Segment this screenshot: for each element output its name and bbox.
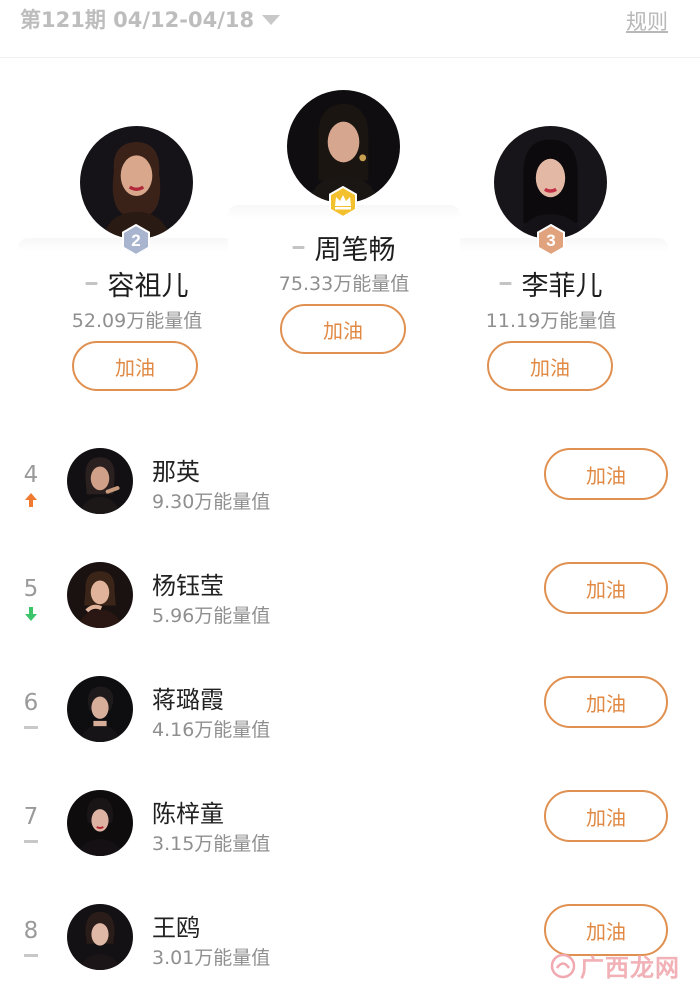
avatar-rank-3[interactable] — [494, 126, 607, 239]
artist-name: 王鸥 — [152, 914, 200, 942]
podium-name-2-label: 容祖儿 — [107, 271, 189, 302]
unchanged-dash-icon — [24, 954, 38, 957]
rank-number: 6 — [23, 690, 39, 716]
avatar[interactable] — [67, 562, 133, 628]
watermark-text: 广西龙网 — [580, 954, 680, 982]
svg-text:2: 2 — [131, 231, 140, 250]
arrow-up-icon — [22, 492, 40, 508]
arrow-down-icon — [22, 606, 40, 622]
unchanged-dash-icon — [24, 726, 38, 729]
artist-name: 杨钰莹 — [152, 572, 224, 600]
chevron-down-icon — [262, 15, 281, 25]
energy-value: 3.15万能量值 — [152, 833, 271, 855]
cheer-button-rank-1[interactable]: 加油 — [280, 304, 406, 354]
list-item: 7 陈梓童 3.15万能量值 加油 — [0, 790, 700, 904]
rank-number: 8 — [23, 918, 39, 944]
list-item: 4 那英 9.30万能量值 加油 — [0, 448, 700, 562]
rank-number: 4 — [23, 462, 39, 488]
rules-link[interactable]: 规则 — [626, 6, 668, 36]
avatar[interactable] — [67, 790, 133, 856]
svg-text:3: 3 — [546, 231, 555, 250]
podium-energy-1: 75.33万能量值 — [278, 273, 410, 295]
rank-2-badge: 2 — [120, 224, 152, 256]
avatar[interactable] — [67, 448, 133, 514]
unchanged-dash-icon — [24, 840, 38, 843]
podium-name-1-label: 周笔畅 — [314, 235, 396, 266]
cheer-button[interactable]: 加油 — [544, 676, 668, 728]
artist-name: 那英 — [152, 458, 200, 486]
artist-name: 蒋璐霞 — [152, 686, 224, 714]
crown-icon — [327, 186, 359, 218]
energy-value: 4.16万能量值 — [152, 719, 271, 741]
podium-name-2: 容祖儿 — [85, 264, 189, 303]
rank-number: 7 — [23, 804, 39, 830]
podium-energy-2: 52.09万能量值 — [71, 310, 203, 332]
energy-value: 5.96万能量值 — [152, 605, 271, 627]
podium-energy-3: 11.19万能量值 — [485, 310, 617, 332]
energy-value: 9.30万能量值 — [152, 491, 271, 513]
podium-name-3-label: 李菲儿 — [521, 271, 603, 302]
rank-unchanged-dash — [85, 282, 98, 285]
avatar[interactable] — [67, 676, 133, 742]
podium-name-1: 周笔畅 — [292, 228, 396, 267]
podium-name-3: 李菲儿 — [499, 264, 603, 303]
rank-unchanged-dash — [292, 246, 305, 249]
list-item: 6 蒋璐霞 4.16万能量值 加油 — [0, 676, 700, 790]
period-selector[interactable]: 第121期 04/12-04/18 — [20, 4, 281, 34]
period-label: 第121期 04/12-04/18 — [20, 8, 255, 32]
rank-3-badge: 3 — [535, 224, 567, 256]
avatar-rank-2[interactable] — [80, 126, 193, 239]
list-item: 5 杨钰莹 5.96万能量值 加油 — [0, 562, 700, 676]
avatar[interactable] — [67, 904, 133, 970]
top-bar: 第121期 04/12-04/18 规则 — [0, 0, 700, 58]
artist-name: 陈梓童 — [152, 800, 224, 828]
cheer-button[interactable]: 加油 — [544, 448, 668, 500]
energy-value: 3.01万能量值 — [152, 947, 271, 969]
rank-number: 5 — [23, 576, 39, 602]
cheer-button[interactable]: 加油 — [544, 790, 668, 842]
cheer-button-rank-2[interactable]: 加油 — [72, 341, 198, 391]
rank-unchanged-dash — [499, 282, 512, 285]
watermark-logo-icon — [550, 953, 576, 978]
cheer-button-rank-3[interactable]: 加油 — [487, 341, 613, 391]
watermark: 广西龙网 — [550, 948, 680, 983]
cheer-button[interactable]: 加油 — [544, 562, 668, 614]
